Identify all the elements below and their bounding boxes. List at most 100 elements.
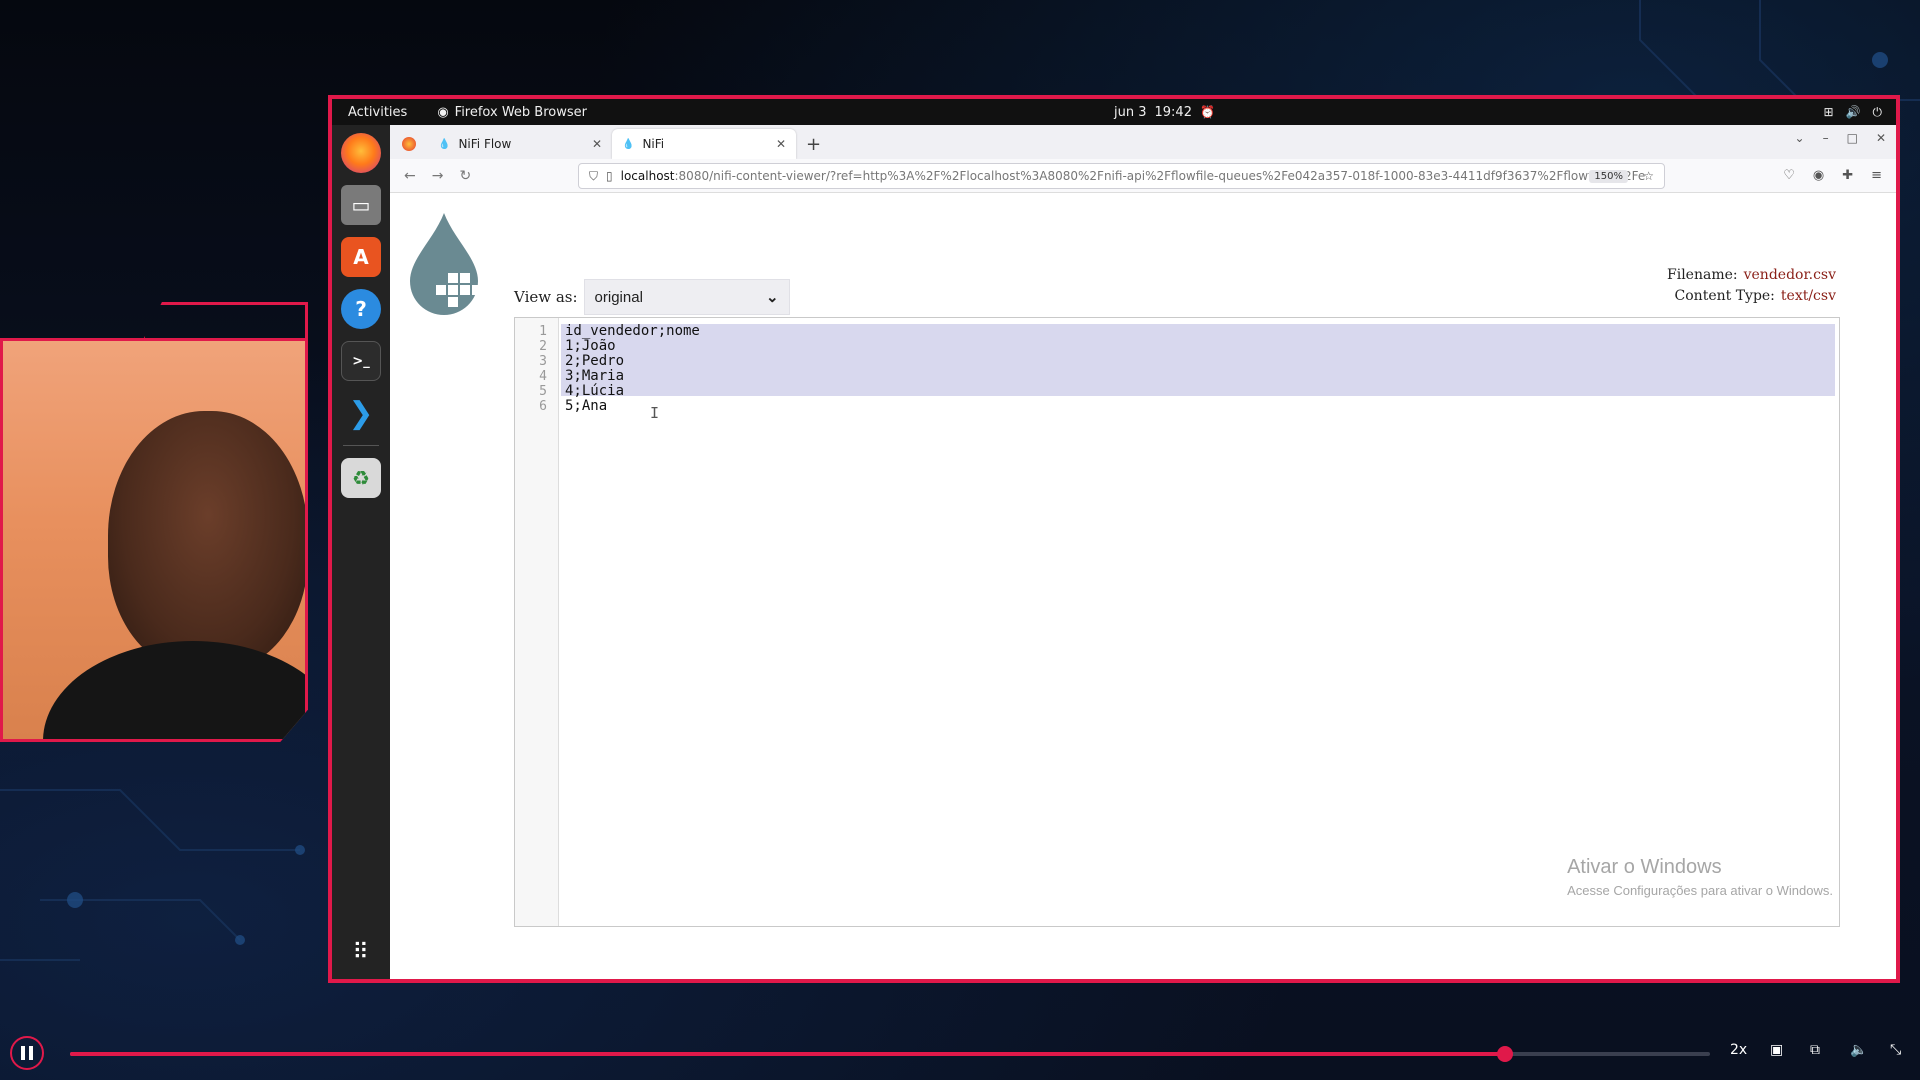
forward-icon[interactable]: →: [432, 168, 444, 184]
activities-button[interactable]: Activities: [348, 105, 407, 120]
firefox-view-icon[interactable]: [402, 137, 416, 151]
zoom-level[interactable]: 150%: [1589, 169, 1628, 183]
tab-label: NiFi: [642, 137, 665, 151]
line-number: 4: [539, 369, 547, 384]
help-dock-icon[interactable]: ?: [341, 289, 381, 329]
firefox-window: 💧 NiFi Flow ✕ 💧 NiFi ✕ + ⌄ – □ ✕ ← → ↻ ⛉: [390, 125, 1896, 979]
minimize-icon[interactable]: –: [1823, 131, 1829, 145]
text-cursor-icon: I: [650, 404, 660, 422]
line-number: 1: [539, 324, 547, 339]
presenter-head: [108, 411, 305, 671]
video-player-controls: 2x ▣ ⧉ 🔈 ⤡: [0, 1026, 1920, 1080]
terminal-dock-icon[interactable]: >_: [341, 341, 381, 381]
pause-button[interactable]: [10, 1036, 44, 1070]
pocket-icon[interactable]: ♡: [1783, 168, 1795, 183]
url-bar[interactable]: ⛉ ▯ localhost:8080/nifi-content-viewer/?…: [578, 163, 1665, 189]
extensions-icon[interactable]: ✚: [1842, 168, 1853, 183]
view-as-control: View as: original ⌄: [514, 279, 790, 315]
nifi-content-viewer: View as: original ⌄ Filename: vendedor.cs…: [390, 193, 1896, 979]
fullscreen-exit-icon[interactable]: ⤡: [1890, 1042, 1901, 1058]
reload-icon[interactable]: ↻: [459, 168, 471, 184]
presenter-body: [43, 641, 305, 739]
files-dock-icon[interactable]: ▭: [341, 185, 381, 225]
dock-separator: [343, 445, 379, 446]
vscode-dock-icon[interactable]: ❯: [341, 393, 381, 433]
power-icon[interactable]: ⏻: [1873, 105, 1883, 120]
code-line: 5 4;Lúcia: [515, 384, 624, 400]
line-text: 2;Pedro: [565, 353, 625, 369]
code-line: 4 3;Maria: [515, 369, 624, 385]
close-tab-icon[interactable]: ✕: [776, 137, 786, 151]
webcam-overlay: [0, 338, 308, 742]
clock-date: jun 3: [1114, 104, 1147, 120]
view-as-value: original: [594, 288, 643, 306]
code-line: 2 1;João: [515, 339, 615, 355]
filename-value: vendedor.csv: [1743, 267, 1836, 283]
webcam-tab-decoration: [142, 302, 308, 342]
code-line: 6 5;Ana: [515, 399, 607, 415]
app-menu[interactable]: ◉ Firefox Web Browser: [437, 105, 587, 120]
alarm-icon: ⏰: [1199, 105, 1215, 119]
line-text: 4;Lúcia: [565, 383, 625, 399]
bookmark-star-icon[interactable]: ☆: [1643, 169, 1654, 183]
picture-in-picture-icon[interactable]: ⧉: [1810, 1042, 1820, 1058]
tab-nifi[interactable]: 💧 NiFi ✕: [612, 129, 796, 159]
volume-icon[interactable]: 🔈: [1850, 1042, 1867, 1058]
ubuntu-desktop-window: Activities ◉ Firefox Web Browser jun 3 1…: [328, 95, 1900, 983]
ubuntu-dock: ▭ A ? >_ ❯ ♻ ⠿: [332, 125, 390, 979]
content-editor[interactable]: 1 id_vendedor;nome 2 1;João 3 2;Pedro 4 …: [514, 317, 1840, 927]
list-tabs-icon[interactable]: ⌄: [1795, 131, 1805, 145]
line-number: 2: [539, 339, 547, 354]
line-text: 1;João: [565, 338, 616, 354]
nifi-favicon: 💧: [438, 138, 451, 150]
chevron-down-icon: ⌄: [765, 289, 779, 306]
clock[interactable]: jun 3 19:42 ⏰: [1114, 105, 1215, 120]
network-icon[interactable]: ⊞: [1823, 105, 1833, 120]
page-info-icon[interactable]: ▯: [606, 169, 613, 183]
nifi-logo: [410, 213, 482, 315]
trash-dock-icon[interactable]: ♻: [341, 458, 381, 498]
subtitles-icon[interactable]: ▣: [1770, 1042, 1783, 1058]
software-store-dock-icon[interactable]: A: [341, 237, 381, 277]
new-tab-button[interactable]: +: [806, 134, 821, 159]
url-host: localhost: [620, 169, 675, 183]
menu-icon[interactable]: ≡: [1871, 168, 1882, 183]
windows-activation-watermark: Ativar o Windows Acesse Configurações pa…: [1567, 856, 1833, 898]
toolbar-right: ♡ ◉ ✚ ≡: [1783, 168, 1882, 183]
content-type-value: text/csv: [1780, 288, 1836, 304]
volume-icon[interactable]: 🔊: [1846, 105, 1861, 120]
text-selection: [561, 324, 1835, 396]
navigation-toolbar: ← → ↻ ⛉ ▯ localhost:8080/nifi-content-vi…: [390, 159, 1896, 193]
code-line: 3 2;Pedro: [515, 354, 624, 370]
app-menu-label: Firefox Web Browser: [454, 104, 587, 120]
filename-label: Filename:: [1667, 267, 1738, 283]
line-number: 5: [539, 384, 547, 399]
show-apps-grid-icon[interactable]: ⠿: [352, 940, 369, 965]
close-window-icon[interactable]: ✕: [1876, 131, 1886, 145]
file-metadata: Filename: vendedor.csv Content Type: text/…: [1667, 265, 1836, 307]
watermark-title: Ativar o Windows: [1567, 856, 1722, 878]
window-controls: ⌄ – □ ✕: [1795, 131, 1886, 145]
seek-bar[interactable]: [70, 1046, 1710, 1062]
code-line: 1 id_vendedor;nome: [515, 324, 700, 340]
tab-bar: 💧 NiFi Flow ✕ 💧 NiFi ✕ + ⌄ – □ ✕: [390, 125, 1896, 159]
seek-handle[interactable]: [1497, 1046, 1513, 1062]
line-text: id_vendedor;nome: [565, 323, 700, 339]
watermark-subtitle: Acesse Configurações para ativar o Windo…: [1567, 883, 1833, 898]
account-icon[interactable]: ◉: [1813, 168, 1824, 183]
maximize-icon[interactable]: □: [1847, 131, 1858, 145]
url-path: :8080/nifi-content-viewer/?ref=http%3A%2…: [674, 169, 1646, 183]
playback-speed-button[interactable]: 2x: [1730, 1042, 1747, 1058]
firefox-small-icon: ◉: [437, 104, 449, 120]
system-tray[interactable]: ⊞ 🔊 ⏻: [1823, 105, 1882, 120]
back-icon[interactable]: ←: [404, 168, 416, 184]
played-range: [70, 1052, 1505, 1056]
shield-icon[interactable]: ⛉: [589, 169, 598, 184]
tab-nifi-flow[interactable]: 💧 NiFi Flow ✕: [428, 129, 612, 159]
firefox-dock-icon[interactable]: [341, 133, 381, 173]
nifi-favicon: 💧: [622, 138, 635, 150]
view-as-select[interactable]: original ⌄: [583, 279, 790, 315]
view-as-label: View as:: [514, 288, 578, 306]
close-tab-icon[interactable]: ✕: [592, 137, 602, 151]
clock-time: 19:42: [1154, 104, 1192, 120]
